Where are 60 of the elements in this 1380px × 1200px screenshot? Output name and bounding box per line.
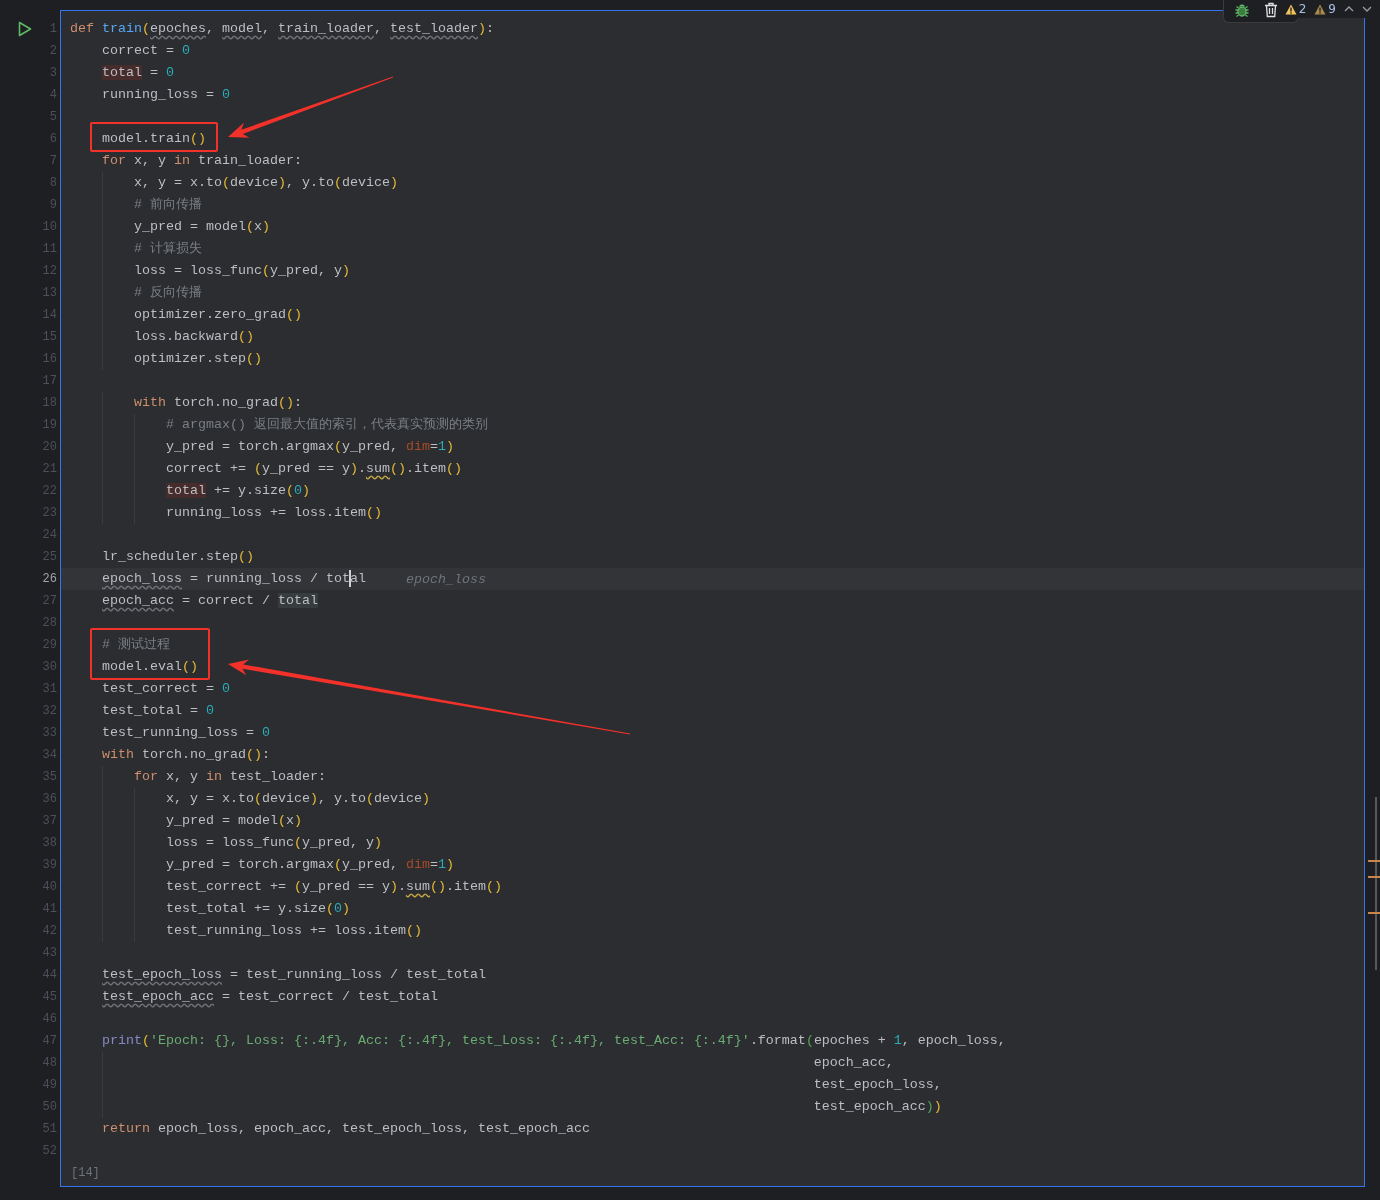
code-line: total += y.size(0)	[164, 482, 310, 500]
scrollbar-marker[interactable]	[1368, 876, 1380, 878]
code-line: model.eval()	[101, 658, 198, 676]
code-line: # 前向传播	[133, 196, 202, 214]
code-line: model.train()	[101, 130, 206, 148]
code-line: for x, y in train_loader:	[101, 152, 302, 170]
code-line: test_correct = 0	[101, 680, 230, 698]
code-line: return epoch_loss, epoch_acc, test_epoch_loss, test_epoch_acc	[101, 1120, 590, 1138]
code-line: test_running_loss += loss.item()	[165, 922, 422, 940]
code-line: x, y = x.to(device), y.to(device)	[133, 174, 398, 192]
code-line: epoch_loss = running_loss / total	[101, 570, 366, 588]
code-line: y_pred = model(x)	[165, 812, 302, 830]
code-line: print('Epoch: {}, Loss: {:.4f}, Acc: {:.4f}, test_Loss: {:.4f}, test_Acc: {:.4f}'.format(epoches + 1, epoch_loss,	[101, 1032, 1006, 1050]
code-line: loss = loss_func(y_pred, y)	[165, 834, 382, 852]
code-line: for x, y in test_loader:	[133, 768, 326, 786]
code-line: # argmax() 返回最大值的索引，代表真实预测的类别	[165, 416, 488, 434]
code-line: # 计算损失	[133, 240, 202, 258]
trash-icon[interactable]	[1263, 2, 1278, 18]
code-line: epoch_acc = correct / total	[101, 592, 318, 610]
code-line: test_epoch_loss = test_running_loss / test_total	[101, 966, 486, 984]
scrollbar-marker[interactable]	[1368, 860, 1380, 862]
execution-count: [14]	[71, 1166, 100, 1180]
code-line: with torch.no_grad():	[101, 746, 270, 764]
code-line: running_loss += loss.item()	[165, 504, 382, 522]
code-line: loss.backward()	[133, 328, 254, 346]
warning-icon	[1314, 3, 1327, 15]
code-line: test_correct += (y_pred == y).sum().item()	[165, 878, 502, 896]
code-line: running_loss = 0	[101, 86, 230, 104]
line-number: 26	[42, 572, 57, 586]
code-line: loss = loss_func(y_pred, y)	[133, 262, 350, 280]
code-line: optimizer.zero_grad()	[133, 306, 302, 324]
code-line: # 反向传播	[133, 284, 202, 302]
code-line: test_running_loss = 0	[101, 724, 270, 742]
code-line: y_pred = torch.argmax(y_pred, dim=1)	[165, 856, 454, 874]
warning-count[interactable]: 2	[1284, 2, 1307, 16]
code-line: optimizer.step()	[133, 350, 262, 368]
code-line: x, y = x.to(device), y.to(device)	[165, 790, 430, 808]
code-line: correct += (y_pred == y).sum().item()	[165, 460, 462, 478]
bug-icon[interactable]	[1233, 2, 1250, 18]
code-line: epoch_acc,	[812, 1054, 894, 1072]
code-line: # 测试过程	[101, 636, 170, 654]
code-line: y_pred = model(x)	[133, 218, 270, 236]
code-line: def train(epoches, model, train_loader, test_loader):	[70, 20, 494, 38]
code-line: test_epoch_loss,	[812, 1076, 942, 1094]
code-line: correct = 0	[101, 42, 190, 60]
code-line: total = 0	[101, 64, 174, 82]
code-line: lr_scheduler.step()	[101, 548, 254, 566]
code-line: test_epoch_acc = test_correct / test_total	[101, 988, 438, 1006]
code-line: test_total += y.size(0)	[165, 900, 350, 918]
inlay-hint: epoch_loss	[405, 571, 486, 587]
chevron-down-icon[interactable]	[1362, 5, 1372, 13]
code-line: with torch.no_grad():	[133, 394, 302, 412]
code-line: test_epoch_acc))	[812, 1098, 942, 1116]
code-line: test_total = 0	[101, 702, 214, 720]
warning-count[interactable]: 9	[1314, 2, 1336, 16]
code-line: y_pred = torch.argmax(y_pred, dim=1)	[165, 438, 454, 456]
chevron-up-icon[interactable]	[1344, 5, 1354, 13]
scrollbar-marker[interactable]	[1368, 912, 1380, 914]
run-icon[interactable]	[18, 21, 32, 37]
scrollbar[interactable]	[1375, 797, 1377, 970]
